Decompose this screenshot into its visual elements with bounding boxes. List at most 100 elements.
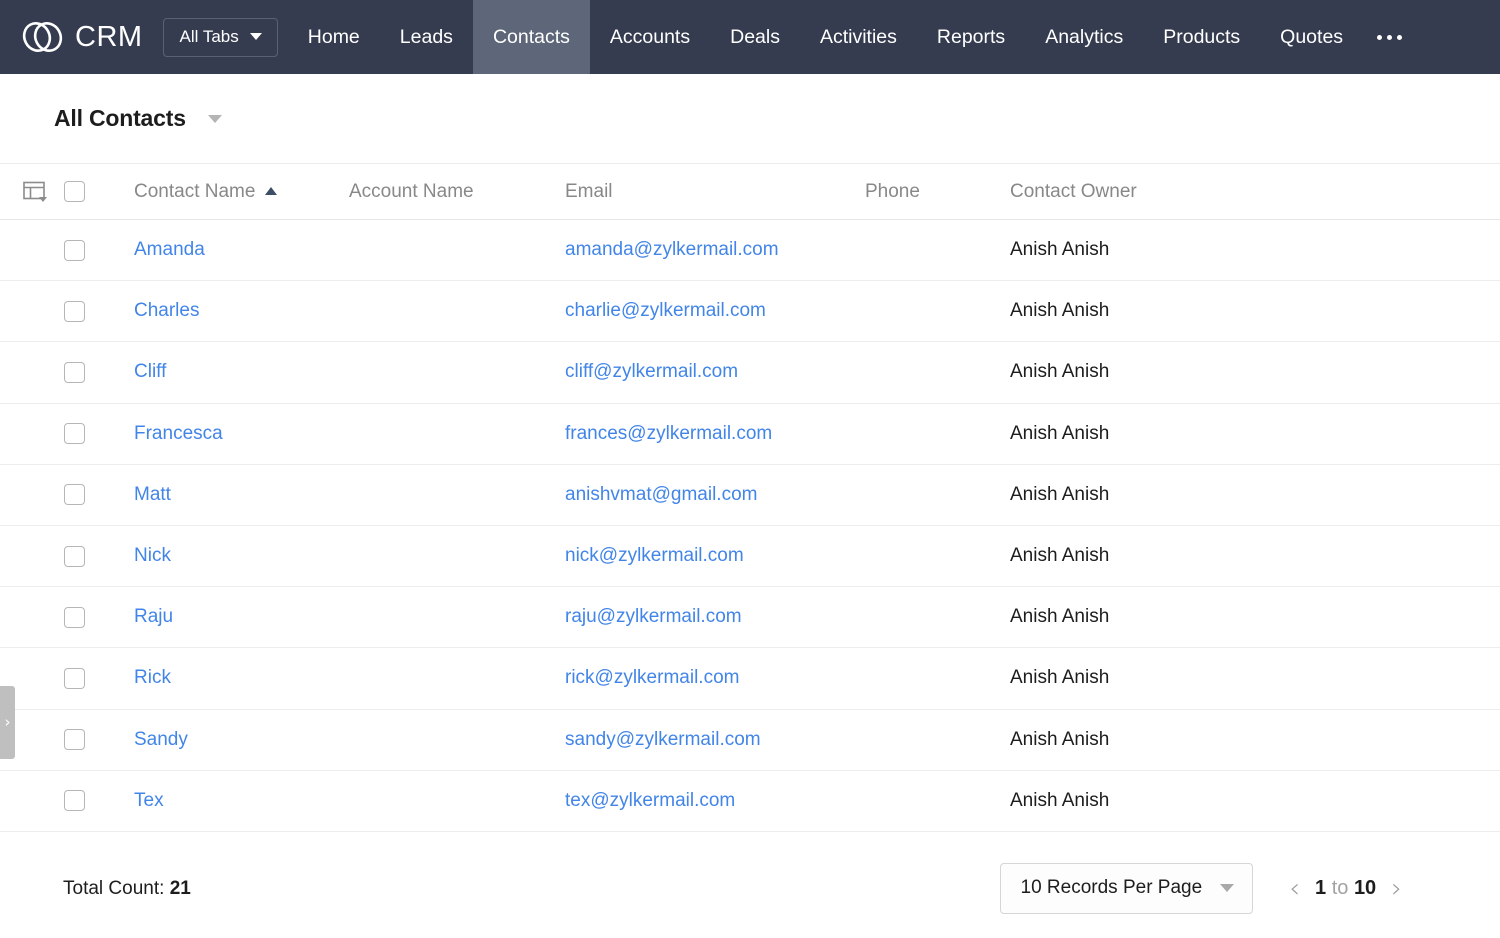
contact-owner-cell: Anish Anish (1010, 300, 1500, 322)
row-checkbox[interactable] (64, 729, 85, 750)
view-selector-chevron-down-icon[interactable] (208, 115, 222, 123)
table-header-row: Contact Name Account Name Email Phone Co… (0, 164, 1500, 220)
contact-name-link[interactable]: Cliff (134, 361, 349, 383)
row-checkbox[interactable] (64, 484, 85, 505)
contact-name-link[interactable]: Sandy (134, 729, 349, 751)
table-row[interactable]: Francesca frances@zylkermail.com Anish Ani… (0, 404, 1500, 465)
row-select-cell (62, 607, 134, 628)
column-header-contact-name-label: Contact Name (134, 181, 255, 203)
contact-owner-cell: Anish Anish (1010, 484, 1500, 506)
table-row[interactable]: Tex tex@zylkermail.com Anish Anish (0, 771, 1500, 832)
table-row[interactable]: Rajuraju@zylkermail.comAnish Anish (0, 587, 1500, 648)
next-page-chevron-right-icon[interactable]: › (1391, 875, 1402, 902)
column-header-email[interactable]: Email (565, 181, 865, 203)
table-row[interactable]: Matt anishvmat@gmail.com Anish Anish (0, 465, 1500, 526)
nav-tab-accounts[interactable]: Accounts (590, 0, 710, 74)
row-select-cell (62, 301, 134, 322)
contact-name-link[interactable]: Francesca (134, 423, 349, 445)
row-checkbox[interactable] (64, 790, 85, 811)
email-link[interactable]: charlie@zylkermail.com (565, 300, 865, 322)
table-row[interactable]: Sandy sandy@zylkermail.com Anish Anish (0, 710, 1500, 771)
row-checkbox[interactable] (64, 607, 85, 628)
nav-tab-analytics[interactable]: Analytics (1025, 0, 1143, 74)
contact-owner-cell: Anish Anish (1010, 729, 1500, 751)
nav-tab-home[interactable]: Home (288, 0, 380, 74)
table-row[interactable]: Nick nick@zylkermail.com Anish Anish (0, 526, 1500, 587)
email-link[interactable]: raju@zylkermail.com (565, 606, 865, 628)
contact-owner-cell: Anish Anish (1010, 545, 1500, 567)
nav-tab-deals[interactable]: Deals (710, 0, 800, 74)
contact-name-link[interactable]: Nick (134, 545, 349, 567)
column-header-contact-name[interactable]: Contact Name (134, 181, 349, 203)
chevron-right-icon: › (5, 715, 11, 730)
nav-tab-contacts[interactable]: Contacts (473, 0, 590, 74)
table-row[interactable]: Rick rick@zylkermail.com Anish Anish (0, 648, 1500, 709)
contact-name-link[interactable]: Charles (134, 300, 349, 322)
column-header-account-name[interactable]: Account Name (349, 181, 565, 203)
email-link[interactable]: cliff@zylkermail.com (565, 361, 865, 383)
email-link[interactable]: tex@zylkermail.com (565, 790, 865, 812)
email-link[interactable]: rick@zylkermail.com (565, 667, 865, 689)
contact-owner-cell: Anish Anish (1010, 790, 1500, 812)
nav-tab-quotes[interactable]: Quotes (1260, 0, 1363, 74)
contact-name-link[interactable]: Tex (134, 790, 349, 812)
table-row[interactable]: Charles charlie@zylkermail.com Anish Anish (0, 281, 1500, 342)
nav-tab-reports[interactable]: Reports (917, 0, 1025, 74)
top-navigation-bar: CRM All Tabs Home Leads Contacts Account… (0, 0, 1500, 74)
row-checkbox[interactable] (64, 668, 85, 689)
row-checkbox[interactable] (64, 546, 85, 567)
row-select-cell (62, 790, 134, 811)
row-select-cell (62, 729, 134, 750)
email-link[interactable]: nick@zylkermail.com (565, 545, 865, 567)
brand[interactable]: CRM (22, 0, 163, 74)
column-header-contact-owner[interactable]: Contact Owner (1010, 181, 1500, 203)
contact-name-link[interactable]: Amanda (134, 239, 349, 261)
left-panel-expand-handle[interactable]: › (0, 686, 15, 759)
select-all-checkbox[interactable] (64, 181, 85, 202)
contact-name-link[interactable]: Raju (134, 606, 349, 628)
page-from: 1 (1315, 877, 1326, 899)
footer-controls: 10 Records Per Page ‹ 1 to 10 › (1000, 863, 1460, 914)
nav-tab-leads[interactable]: Leads (380, 0, 473, 74)
contact-owner-cell: Anish Anish (1010, 667, 1500, 689)
table-row[interactable]: Amandaamanda@zylkermail.comAnish Anish (0, 220, 1500, 281)
table-footer: Total Count: 21 10 Records Per Page ‹ 1 … (0, 839, 1500, 938)
table-layout-icon (23, 181, 49, 203)
chevron-down-icon (1220, 884, 1234, 892)
table-row[interactable]: Cliff cliff@zylkermail.com Anish Anish (0, 342, 1500, 403)
row-checkbox[interactable] (64, 240, 85, 261)
contact-owner-cell: Anish Anish (1010, 423, 1500, 445)
column-header-phone[interactable]: Phone (865, 181, 1010, 203)
column-header-account-name-label: Account Name (349, 181, 474, 203)
row-checkbox[interactable] (64, 362, 85, 383)
nav-tab-activities[interactable]: Activities (800, 0, 917, 74)
email-link[interactable]: amanda@zylkermail.com (565, 239, 865, 261)
table-layout-button[interactable] (0, 181, 62, 203)
records-per-page-button[interactable]: 10 Records Per Page (1000, 863, 1254, 914)
contact-name-link[interactable]: Rick (134, 667, 349, 689)
contacts-table-body: Amandaamanda@zylkermail.comAnish AnishCh… (0, 220, 1500, 832)
total-count-label: Total Count: (63, 878, 164, 899)
contact-owner-cell: Anish Anish (1010, 361, 1500, 383)
total-count-value: 21 (170, 878, 191, 899)
row-select-cell (62, 240, 134, 261)
more-tabs-button[interactable] (1363, 0, 1424, 74)
row-select-cell (62, 484, 134, 505)
sort-ascending-icon (265, 187, 277, 195)
row-select-cell (62, 668, 134, 689)
row-checkbox[interactable] (64, 301, 85, 322)
email-link[interactable]: anishvmat@gmail.com (565, 484, 865, 506)
nav-tab-products[interactable]: Products (1143, 0, 1260, 74)
zoho-crm-link-logo-icon (22, 20, 64, 54)
all-tabs-button[interactable]: All Tabs (163, 18, 278, 57)
email-link[interactable]: frances@zylkermail.com (565, 423, 865, 445)
row-checkbox[interactable] (64, 423, 85, 444)
ellipsis-horizontal-icon (1377, 35, 1402, 40)
email-link[interactable]: sandy@zylkermail.com (565, 729, 865, 751)
contact-name-link[interactable]: Matt (134, 484, 349, 506)
previous-page-chevron-left-icon[interactable]: ‹ (1289, 875, 1300, 902)
column-header-phone-label: Phone (865, 181, 920, 203)
page-range: 1 to 10 (1315, 877, 1376, 900)
pagination: ‹ 1 to 10 › (1289, 875, 1402, 902)
view-header: All Contacts (0, 74, 1500, 164)
